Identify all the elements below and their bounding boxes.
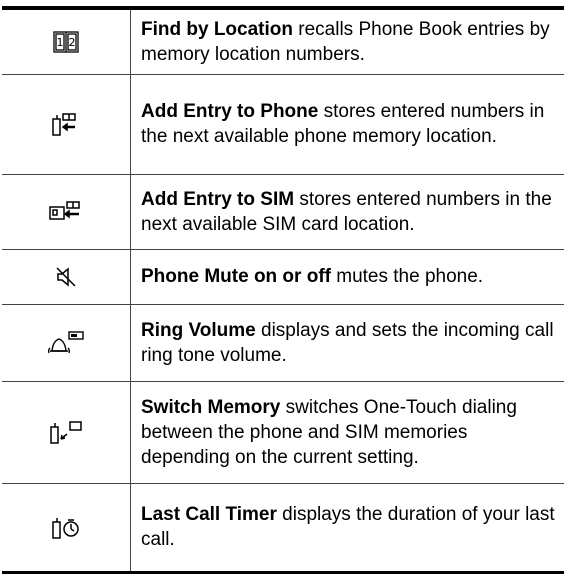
mute-icon (56, 266, 76, 287)
feature-term: Ring Volume (141, 319, 256, 341)
svg-text:2: 2 (69, 36, 76, 49)
icon-cell (2, 248, 131, 304)
add-to-sim-icon (49, 200, 80, 220)
table-row: Ring Volume displays and sets the incomi… (2, 303, 564, 381)
add-to-phone-icon (52, 113, 76, 136)
feature-desc: mutes the phone. (330, 266, 484, 287)
icon-cell (2, 303, 131, 381)
icon-cell: 1 2 (2, 6, 131, 74)
table-row: Add Entry to SIM stores entered numbers … (2, 173, 564, 249)
table-row: Switch Memory switches One-Touch dialing… (2, 380, 564, 483)
feature-table: 1 2 Find by Location recalls Phone Book … (2, 6, 564, 574)
feature-term: Last Call Timer (141, 504, 277, 525)
svg-text:1: 1 (57, 36, 64, 49)
desc-cell: Phone Mute on or off mutes the phone. (130, 248, 564, 304)
icon-cell (2, 380, 131, 483)
table-row: Last Call Timer displays the duration of… (2, 482, 564, 574)
feature-term: Add Entry to Phone (141, 101, 319, 122)
feature-term: Phone Mute on or off (141, 266, 331, 287)
table-row: Add Entry to Phone stores entered number… (2, 73, 564, 174)
desc-cell: Ring Volume displays and sets the incomi… (130, 303, 564, 381)
feature-term: Switch Memory (141, 396, 281, 418)
ring-volume-icon (47, 330, 84, 353)
call-timer-icon (52, 518, 79, 539)
desc-cell: Last Call Timer displays the duration of… (130, 482, 564, 574)
switch-memory-icon (50, 421, 82, 444)
desc-cell: Add Entry to Phone stores entered number… (130, 73, 564, 174)
icon-cell (2, 73, 131, 174)
table-row: 1 2 Find by Location recalls Phone Book … (2, 6, 564, 74)
desc-cell: Switch Memory switches One-Touch dialing… (130, 380, 564, 483)
icon-cell (2, 173, 131, 249)
feature-term: Find by Location (141, 18, 293, 40)
desc-cell: Find by Location recalls Phone Book entr… (130, 6, 564, 74)
icon-cell (2, 482, 131, 574)
table-row: Phone Mute on or off mutes the phone. (2, 248, 564, 304)
feature-term: Add Entry to SIM (141, 188, 295, 210)
desc-cell: Add Entry to SIM stores entered numbers … (130, 173, 564, 249)
phone-book-icon: 1 2 (53, 31, 79, 53)
